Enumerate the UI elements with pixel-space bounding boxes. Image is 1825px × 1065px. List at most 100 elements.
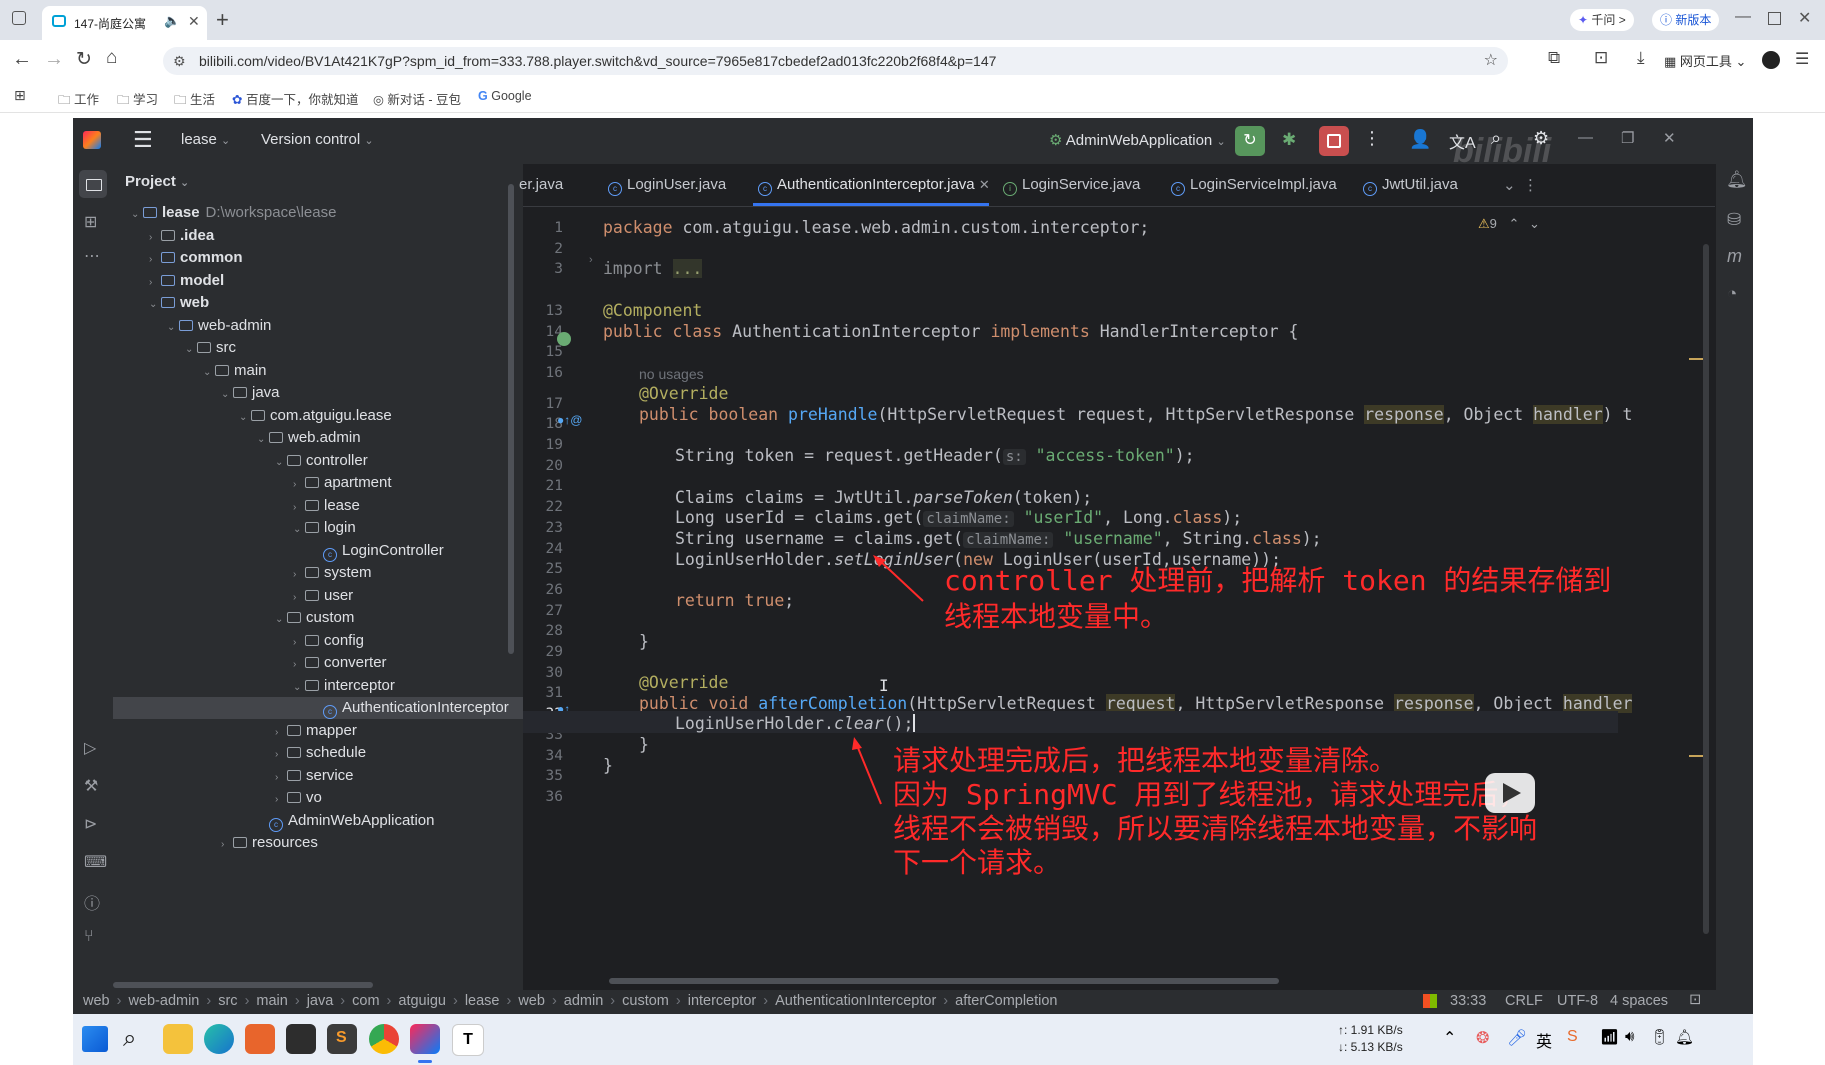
chevron-down-icon[interactable]: ⌄	[221, 384, 233, 406]
chevron-right-icon[interactable]: ›	[149, 227, 161, 249]
chevron-right-icon[interactable]: ›	[293, 654, 305, 676]
chevron-right-icon[interactable]: ›	[293, 632, 305, 654]
tree-item[interactable]: ⌄ custom	[275, 607, 354, 629]
tree-item[interactable]: › apartment	[293, 472, 392, 494]
app-orange-icon[interactable]	[245, 1024, 275, 1054]
chevron-right-icon[interactable]: ›	[293, 474, 305, 496]
chevron-right-icon[interactable]: ›	[275, 722, 287, 744]
breadcrumb-item[interactable]: lease	[465, 993, 500, 1009]
reload-icon[interactable]: ↻	[76, 48, 92, 71]
tree-item[interactable]: › user	[293, 585, 353, 607]
tree-item[interactable]: › service	[275, 765, 354, 787]
more-tools-icon[interactable]: ⋯	[84, 246, 100, 266]
minimize-button[interactable]: —	[1735, 8, 1751, 26]
web-tools-button[interactable]: ▦ 网页工具 ⌄	[1664, 51, 1746, 70]
services-tool-icon[interactable]: ⊳	[84, 814, 97, 834]
chevron-down-icon[interactable]: ⌄	[185, 339, 197, 361]
chevron-right-icon[interactable]: ›	[221, 834, 233, 856]
bookmark-work[interactable]: 🗀 工作	[58, 89, 99, 112]
battery-icon[interactable]: 🔋︎	[1650, 1028, 1669, 1046]
tray-chevron-icon[interactable]: ⌃	[1443, 1028, 1456, 1048]
tree-item[interactable]: ⌄ com.atguigu.lease	[239, 405, 392, 427]
tree-item[interactable]: c AdminWebApplication	[257, 810, 434, 832]
breadcrumb-item[interactable]: src	[218, 993, 237, 1009]
structure-icon[interactable]: ⊞	[84, 212, 97, 232]
bookmark-google[interactable]: G Google	[478, 89, 532, 103]
chevron-right-icon[interactable]: ›	[293, 564, 305, 586]
breadcrumb-item[interactable]: main	[256, 993, 287, 1009]
maximize-button[interactable]	[1768, 12, 1781, 25]
bookmark-study[interactable]: 🗀 学习	[117, 89, 158, 112]
stop-button[interactable]	[1319, 126, 1349, 156]
typora-icon[interactable]: T	[452, 1024, 484, 1056]
main-menu-icon[interactable]: ☰	[133, 127, 153, 153]
run-tool-icon[interactable]: ▷	[84, 738, 96, 758]
tray-sogou-icon[interactable]: S	[1567, 1028, 1578, 1046]
build-tool-icon[interactable]: ⚒	[84, 776, 98, 796]
tabs-more-icon[interactable]: ⋮	[1523, 176, 1538, 194]
tab-close-icon[interactable]: ✕	[979, 177, 990, 192]
chevron-down-icon[interactable]: ⌄	[293, 677, 305, 699]
more-actions-icon[interactable]: ⋮	[1363, 128, 1381, 149]
bookmark-doubao[interactable]: ◎ 新对话 - 豆包	[373, 89, 461, 108]
avatar[interactable]	[1762, 51, 1780, 69]
chevron-down-icon[interactable]: ⌄	[275, 609, 287, 631]
tab-loginserviceimpl[interactable]: c LoginServiceImpl.java	[1171, 176, 1337, 196]
tray-app-icon[interactable]: ❂	[1476, 1028, 1489, 1048]
tree-item[interactable]: › resources	[221, 832, 318, 854]
problems-tool-icon[interactable]: ⓘ	[84, 890, 100, 914]
video-play-button[interactable]	[1485, 773, 1535, 813]
tree-item[interactable]: › mapper	[275, 720, 357, 742]
download-icon[interactable]: ⤓	[1637, 48, 1645, 68]
tree-item[interactable]: › .idea	[149, 225, 214, 247]
usages-hint[interactable]: no usages	[639, 366, 704, 382]
editor-h-scrollbar[interactable]	[609, 978, 1279, 984]
site-info-icon[interactable]: ⚙	[173, 47, 186, 75]
breadcrumb-item[interactable]: admin	[564, 993, 604, 1009]
editor-v-scrollbar[interactable]	[1703, 244, 1709, 934]
tree-item[interactable]: › config	[293, 630, 364, 652]
breadcrumb-item[interactable]: com	[352, 993, 379, 1009]
tree-item[interactable]: ⌄ login	[293, 517, 356, 539]
indent-setting[interactable]: 4 spaces	[1610, 993, 1668, 1009]
chevron-down-icon[interactable]: ⌄	[293, 519, 305, 541]
sublime-icon[interactable]: S	[327, 1024, 357, 1054]
tree-item[interactable]: › lease	[293, 495, 360, 517]
gradle-icon[interactable]: ◔	[1727, 284, 1737, 304]
volume-icon[interactable]: 🔊︎	[1625, 1028, 1634, 1045]
rerun-button[interactable]: ↻	[1235, 126, 1265, 156]
chevron-down-icon[interactable]: ⌄	[131, 204, 143, 226]
intellij-icon[interactable]	[410, 1024, 440, 1054]
tree-h-scrollbar[interactable]	[113, 982, 373, 988]
ide-restore-button[interactable]: ❐	[1621, 129, 1634, 147]
apps-icon[interactable]: ⊞	[14, 87, 26, 104]
bookmark-star-icon[interactable]: ☆	[1484, 47, 1498, 75]
mute-icon[interactable]: 🔈	[164, 13, 180, 29]
chevron-down-icon[interactable]: ⌄	[275, 452, 287, 474]
ide-close-button[interactable]: ✕	[1663, 129, 1676, 147]
chrome-icon[interactable]	[369, 1024, 399, 1054]
breadcrumb-item[interactable]: interceptor	[688, 993, 757, 1009]
notification-bell-icon[interactable]: 🔔︎	[1675, 1028, 1694, 1046]
tree-item[interactable]: ⌄ web	[149, 292, 209, 314]
taskbar-search-icon[interactable]: ⌕	[123, 1024, 153, 1054]
project-tool-icon[interactable]	[79, 170, 107, 198]
tab-jwtutil[interactable]: c JwtUtil.java	[1363, 176, 1458, 196]
run-config-selector[interactable]: ⚙ AdminWebApplication ⌄	[1049, 131, 1226, 149]
tab-authenticationinterceptor[interactable]: c AuthenticationInterceptor.java ✕	[758, 176, 990, 196]
chevron-down-icon[interactable]: ⌄	[203, 362, 215, 384]
override-method-icon[interactable]: ●↑@	[557, 413, 582, 427]
close-button[interactable]: ✕	[1798, 8, 1811, 28]
microphone-icon[interactable]: 🎤︎	[1507, 1028, 1527, 1048]
tree-item[interactable]: ⌄ controller	[275, 450, 368, 472]
chevron-right-icon[interactable]: ›	[293, 587, 305, 609]
chevron-right-icon[interactable]: ›	[275, 744, 287, 766]
tree-item[interactable]: c LoginController	[311, 540, 444, 562]
extensions-icon[interactable]: ⧉	[1548, 48, 1560, 68]
chevron-right-icon[interactable]: ›	[149, 249, 161, 271]
git-tool-icon[interactable]: ⑂	[84, 928, 94, 946]
forward-icon[interactable]: →	[44, 48, 64, 71]
new-tab-button[interactable]: +	[216, 7, 229, 33]
debug-icon[interactable]: ✱	[1282, 130, 1296, 150]
version-control-menu[interactable]: Version control ⌄	[261, 131, 374, 148]
